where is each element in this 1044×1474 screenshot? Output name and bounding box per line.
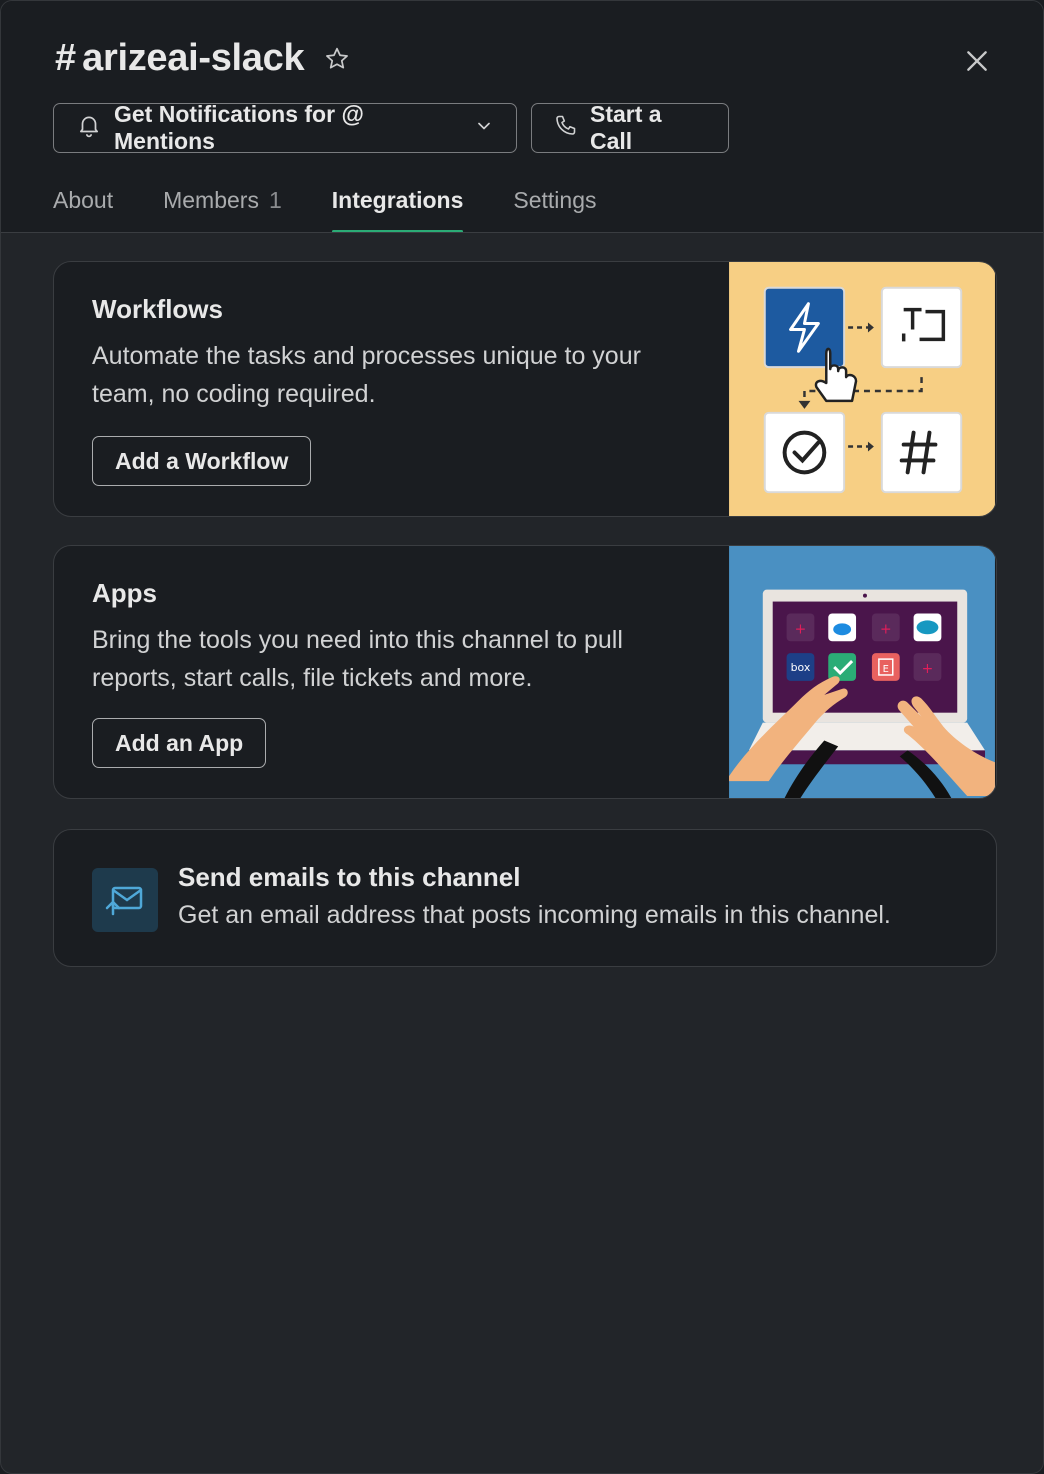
box-app-tile-label: box bbox=[791, 661, 811, 674]
apps-title: Apps bbox=[92, 578, 157, 608]
tab-bar: About Members 1 Integrations Settings bbox=[53, 169, 647, 233]
svg-text:+: + bbox=[922, 661, 934, 677]
notifications-label: Get Notifications for @ Mentions bbox=[114, 101, 364, 154]
email-text: Send emails to this channel Get an email… bbox=[178, 862, 891, 930]
tab-label: About bbox=[53, 187, 114, 213]
channel-details-modal: # arizeai-slack Get Notifications for @ … bbox=[0, 0, 1044, 1474]
add-app-button[interactable]: Add an App bbox=[92, 718, 267, 768]
email-title: Send emails to this channel bbox=[178, 862, 521, 892]
e-app-tile-letter: E bbox=[883, 664, 889, 675]
bell-icon bbox=[76, 112, 102, 144]
channel-hash: # bbox=[55, 37, 77, 79]
channel-title-row: # arizeai-slack bbox=[55, 37, 350, 80]
members-count: 1 bbox=[268, 187, 282, 213]
apps-illustration: + + box E + bbox=[729, 546, 995, 798]
apps-text: Apps Bring the tools you need into this … bbox=[92, 578, 702, 697]
svg-text:+: + bbox=[795, 621, 807, 637]
close-icon[interactable] bbox=[961, 45, 993, 77]
workflows-description: Automate the tasks and processes unique … bbox=[92, 342, 641, 408]
workflows-card: Workflows Automate the tasks and process… bbox=[53, 261, 997, 517]
tab-label: Integrations bbox=[331, 187, 464, 213]
chevron-down-icon bbox=[474, 115, 494, 142]
apps-card: Apps Bring the tools you need into this … bbox=[53, 545, 997, 799]
email-forward-icon bbox=[92, 868, 158, 932]
start-call-button[interactable]: Start a Call bbox=[531, 101, 729, 154]
tab-about[interactable]: About bbox=[53, 169, 113, 233]
email-description: Get an email address that posts incoming… bbox=[178, 901, 891, 929]
svg-text:+: + bbox=[880, 621, 892, 637]
add-workflow-button[interactable]: Add a Workflow bbox=[92, 436, 312, 486]
tab-label: Members bbox=[163, 187, 259, 213]
workflows-title: Workflows bbox=[92, 294, 223, 324]
star-icon[interactable] bbox=[324, 46, 350, 72]
workflows-illustration bbox=[729, 262, 995, 516]
workflows-text: Workflows Automate the tasks and process… bbox=[92, 294, 702, 413]
modal-header: # arizeai-slack Get Notifications for @ … bbox=[1, 1, 1043, 233]
phone-icon bbox=[554, 113, 578, 143]
notifications-button[interactable]: Get Notifications for @ Mentions bbox=[53, 101, 517, 154]
header-divider bbox=[1, 232, 1043, 233]
apps-description: Bring the tools you need into this chann… bbox=[92, 626, 623, 692]
channel-name[interactable]: arizeai-slack bbox=[82, 37, 304, 80]
tab-members[interactable]: Members 1 bbox=[163, 169, 282, 233]
start-call-label: Start a Call bbox=[590, 101, 662, 154]
tab-settings[interactable]: Settings bbox=[513, 169, 596, 233]
tab-label: Settings bbox=[513, 187, 597, 213]
email-card[interactable]: Send emails to this channel Get an email… bbox=[53, 829, 997, 967]
tab-integrations[interactable]: Integrations bbox=[331, 169, 464, 233]
header-actions: Get Notifications for @ Mentions Start a… bbox=[53, 101, 729, 154]
